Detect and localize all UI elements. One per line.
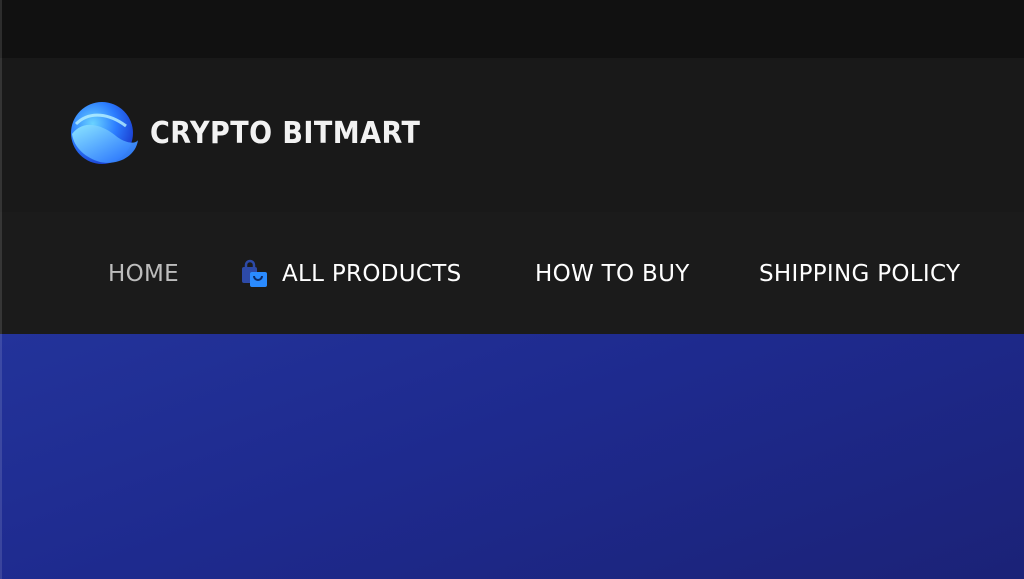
nav-item-how-to-buy[interactable]: HOW TO BUY xyxy=(535,258,690,290)
nav-item-all-products[interactable]: ALL PRODUCTS xyxy=(240,258,461,290)
nav-item-shipping-policy[interactable]: SHIPPING POLICY xyxy=(759,258,960,290)
shopping-bag-icon xyxy=(242,259,267,287)
brand-name: CRYPTO BITMART xyxy=(150,115,421,151)
top-bar xyxy=(0,0,1024,58)
window-edge xyxy=(0,0,2,579)
brand-logo-link[interactable]: CRYPTO BITMART xyxy=(66,100,450,166)
nav-item-label: ALL PRODUCTS xyxy=(282,261,462,287)
blue-sphere-logo-icon xyxy=(71,102,138,164)
hero-banner xyxy=(0,334,1024,579)
nav-item-home[interactable]: HOME xyxy=(108,258,179,290)
